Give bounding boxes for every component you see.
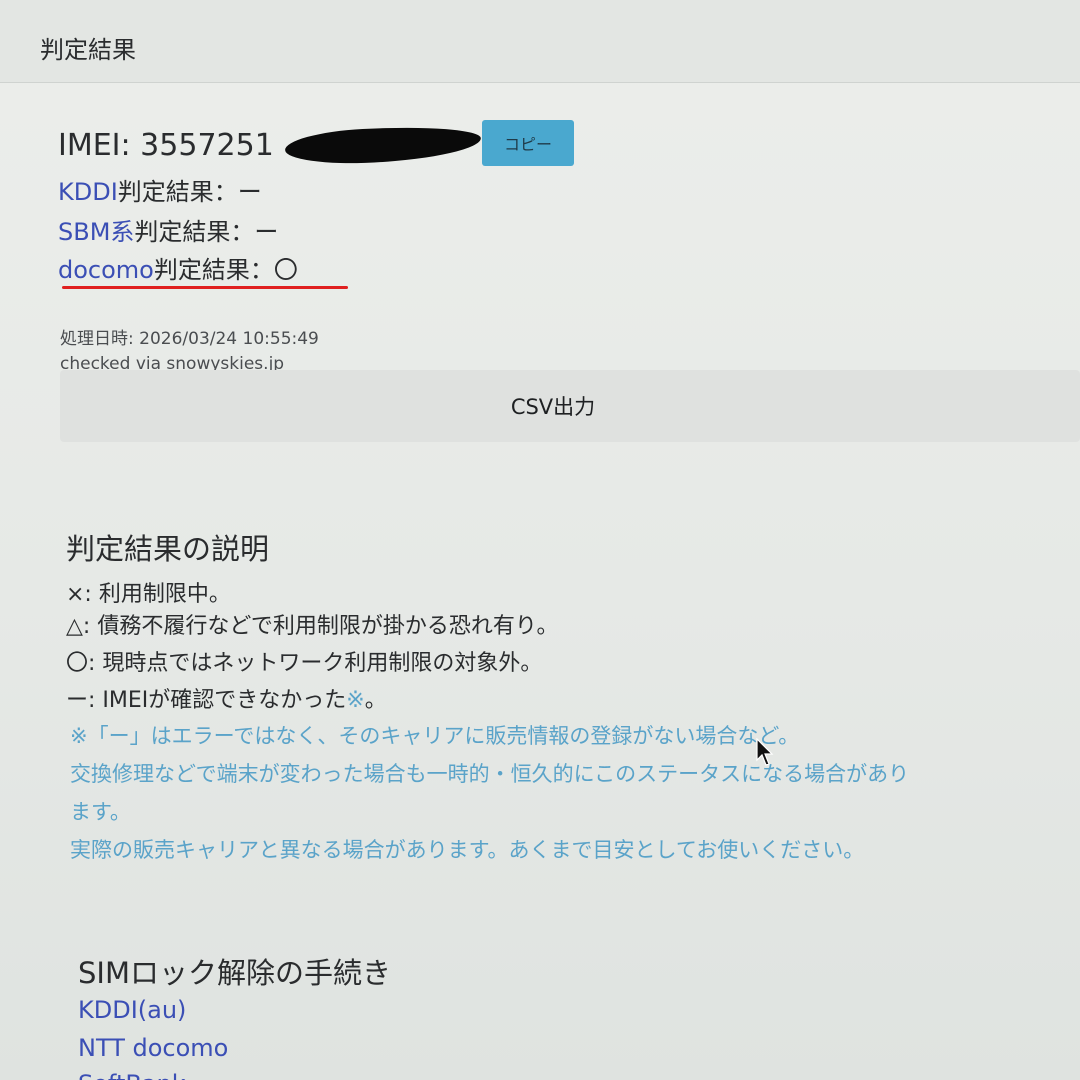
result-docomo-status: 判定結果：〇	[153, 256, 298, 284]
carrier-kddi: KDDI	[58, 178, 118, 206]
legend-clear: 〇: 現時点ではネットワーク利用制限の対象外。	[66, 651, 543, 676]
redaction-mark	[284, 122, 482, 168]
simlock-heading: SIMロック解除の手続き	[78, 956, 391, 990]
carrier-sbm: SBM系	[58, 218, 135, 246]
card-title: 判定結果	[40, 36, 136, 64]
carrier-docomo: docomo	[58, 256, 154, 284]
result-sbm-status: 判定結果：ー	[134, 218, 279, 246]
result-sbm: SBM系判定結果：ー	[58, 212, 278, 247]
note-reference-mark: ※	[346, 688, 365, 713]
copy-button[interactable]: コピー	[482, 120, 574, 166]
legend-unconfirmed-text: ー: IMEIが確認できなかった	[66, 688, 347, 713]
card-header: 判定結果	[0, 0, 1080, 83]
result-docomo: docomo判定結果：〇	[58, 250, 298, 285]
legend-risk: △: 債務不履行などで利用制限が掛かる恐れ有り。	[66, 614, 559, 639]
legend-unconfirmed: ー: IMEIが確認できなかった※。	[66, 682, 387, 714]
result-kddi-status: 判定結果：ー	[117, 178, 262, 206]
simlock-link-docomo[interactable]: NTT docomo	[78, 1034, 228, 1062]
legend-unconfirmed-end: 。	[364, 688, 387, 713]
legend-restricted: ×: 利用制限中。	[66, 582, 231, 607]
csv-export-button[interactable]: CSV出力	[60, 370, 1080, 442]
explanation-heading: 判定結果の説明	[66, 532, 270, 566]
processed-timestamp: 処理日時: 2026/03/24 10:55:49	[60, 329, 319, 349]
simlock-link-softbank[interactable]: SoftBank	[78, 1070, 186, 1080]
red-underline-annotation	[62, 286, 348, 289]
note-line-1: ※「ー」はエラーではなく、そのキャリアに販売情報の登録がない場合など。	[70, 724, 800, 748]
note-line-3: ます。	[70, 800, 131, 824]
simlock-link-kddi[interactable]: KDDI(au)	[78, 996, 186, 1024]
mouse-pointer-icon	[756, 738, 774, 766]
note-line-4: 実際の販売キャリアと異なる場合があります。あくまで目安としてお使いください。	[70, 838, 865, 862]
result-kddi: KDDI判定結果：ー	[58, 172, 262, 207]
note-line-2: 交換修理などで端末が変わった場合も一時的・恒久的にこのステータスになる場合があり	[70, 762, 910, 786]
imei-value: IMEI: 3557251	[58, 127, 274, 163]
imei-row: IMEI: 3557251	[58, 122, 274, 168]
result-page: 判定結果 IMEI: 3557251 コピー KDDI判定結果：ー SBM系判定…	[0, 0, 1080, 1080]
